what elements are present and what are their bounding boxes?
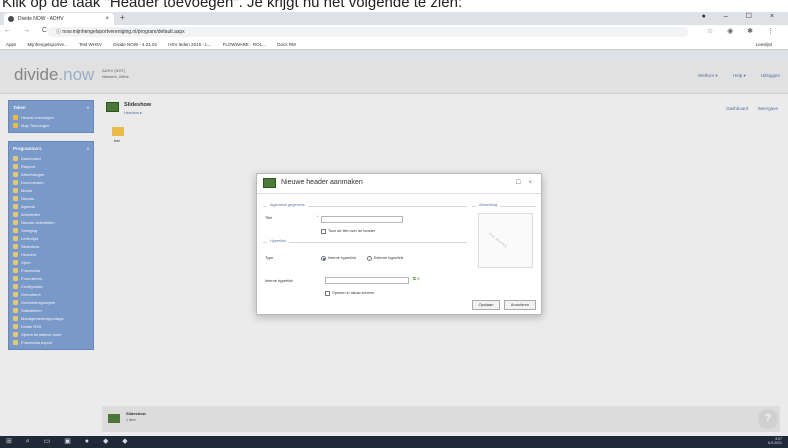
tab-close-icon[interactable]: × (105, 13, 109, 25)
divider (263, 242, 467, 243)
show-title-label: Toon de titel over de header (328, 229, 376, 233)
bookmarks-bar: Apps Mijnhengelsportve... Test WHSV Divi… (0, 39, 788, 50)
title-input[interactable] (321, 216, 403, 223)
general-legend: Algemene gegevens (267, 203, 308, 207)
cancel-button[interactable]: Annuleren (504, 300, 536, 310)
bookmark[interactable]: Test WHSV (79, 42, 102, 47)
external-hyperlink-radio[interactable] (367, 256, 372, 261)
show-title-checkbox[interactable] (321, 229, 326, 234)
taskbar-clock: 9:07 6-5-2021 (767, 437, 782, 445)
bookmark[interactable]: Divide NOW - 4.21.02 (113, 42, 157, 47)
link-picker-icons[interactable]: ⧉ ✕ (413, 277, 420, 281)
dialog-controls[interactable]: ☐ × (515, 179, 535, 186)
reading-list[interactable]: Leeslijst (756, 39, 772, 49)
tab-title: Divide NOW - ADHV (18, 16, 64, 22)
bookmark[interactable]: Docs RM (277, 42, 296, 47)
internal-hyperlink-option[interactable]: Interne hyperlink (328, 256, 356, 260)
new-tab-button[interactable]: + (120, 13, 125, 22)
image-picker[interactable]: Geen afbeelding (478, 213, 533, 268)
required-mark: * (317, 215, 319, 219)
browser-chrome: Divide NOW - ADHV × + ● – ☐ × ← → C ⌂ ⓘ … (0, 12, 788, 60)
new-window-checkbox[interactable] (325, 291, 330, 296)
bookmark[interactable]: Apps (6, 42, 16, 47)
image-legend: Afbeelding (476, 203, 500, 207)
hyperlink-legend: Hyperlink (267, 239, 289, 243)
internal-link-input[interactable] (325, 277, 409, 284)
external-hyperlink-option[interactable]: Externe hyperlink (374, 256, 403, 260)
url-field[interactable]: ⓘ now.mijnhengelsportvereniging.nl/progr… (48, 27, 688, 37)
new-header-dialog: Nieuwe header aanmaken ☐ × Algemene gege… (256, 173, 542, 315)
address-icons[interactable]: ☆ ◉ ✱ ⋮ (707, 27, 780, 35)
bookmark[interactable]: FLOWWARE - ROL... (223, 42, 266, 47)
image-placeholder-text: Geen afbeelding (488, 231, 508, 249)
os-taskbar: ⊞ ⌕ ▭ ▣ ● ◆ ◆ 9:07 6-5-2021 (0, 436, 788, 448)
internal-hyperlink-radio[interactable] (321, 256, 326, 261)
new-window-label: Openen in nieuw scherm (332, 291, 374, 295)
title-label: Titel (265, 216, 273, 220)
bookmark[interactable]: Mijnhengelsportve... (28, 42, 68, 47)
dialog-header: Nieuwe header aanmaken ☐ × (257, 174, 541, 194)
window-controls[interactable]: ● – ☐ × (702, 12, 782, 20)
type-label: Type (265, 256, 274, 260)
save-button[interactable]: Opslaan (472, 300, 500, 310)
taskbar-icons[interactable]: ⊞ ⌕ ▭ ▣ ● ◆ ◆ (6, 437, 134, 446)
dialog-title: Nieuwe header aanmaken (281, 179, 363, 186)
slideshow-icon (263, 178, 276, 188)
favicon-icon (8, 16, 14, 22)
bookmark[interactable]: HSV leden 2015 - L... (168, 42, 211, 47)
browser-tab[interactable]: Divide NOW - ADHV × (4, 13, 114, 25)
internal-link-label: Interne hyperlink (265, 279, 294, 283)
address-bar-row: ← → C ⌂ ⓘ now.mijnhengelsportvereniging.… (0, 25, 788, 39)
tab-bar: Divide NOW - ADHV × + ● – ☐ × (0, 12, 788, 25)
